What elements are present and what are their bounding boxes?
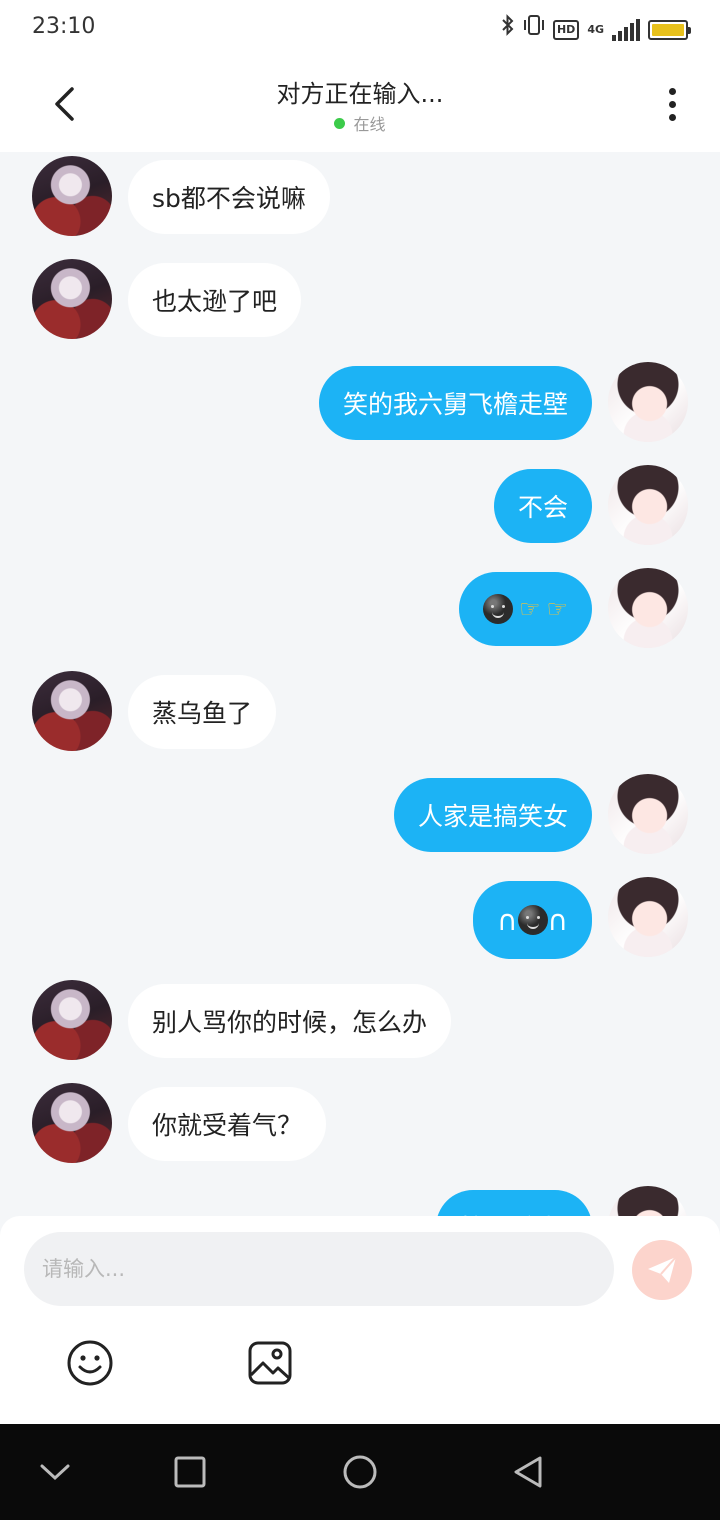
pointing-right-emoji-icon: ☞ [518,595,541,623]
nav-recents-button[interactable] [166,1448,214,1496]
image-button[interactable] [245,1338,295,1388]
nav-home-button[interactable] [336,1448,384,1496]
square-icon [174,1456,206,1488]
avatar[interactable] [32,980,112,1060]
online-status: 在线 [160,111,560,135]
nav-back-button[interactable] [504,1448,552,1496]
avatar[interactable] [608,568,688,648]
message-bubble[interactable]: 蒸乌鱼了 [128,675,277,749]
battery-icon [648,19,691,40]
system-nav-bar [0,1424,720,1520]
chat-header: 对方正在输入... 在线 [0,56,720,152]
more-options-button[interactable] [652,80,692,128]
send-icon [648,1256,677,1283]
message-bubble[interactable]: 人家是搞笑女 [393,778,592,852]
triangle-back-icon [514,1456,542,1488]
chevron-left-icon [55,87,74,121]
message-list[interactable]: sb都不会说嘛 也太逊了吧 笑的我六舅飞檐走壁 不会 ☞ ☞ 蒸乌鱼了 人家是搞… [0,152,720,1216]
status-time: 23:10 [32,14,96,39]
smiley-icon [67,1340,113,1386]
status-bar: 23:10 HD 4G [0,0,720,56]
page-title: 对方正在输入... [276,80,444,108]
message-bubble[interactable]: 笑的我六舅飞檐走壁 [318,366,592,440]
dark-smile-emoji-icon [482,594,513,624]
avatar[interactable] [608,877,688,957]
emoji-message-bubble[interactable]: ☞ ☞ [458,572,592,646]
online-status-label: 在线 [353,115,386,134]
avatar[interactable] [608,465,688,545]
pointing-left-emoji-icon: ☞ [546,595,568,623]
avatar[interactable] [32,156,112,236]
hd-icon: HD [552,19,580,40]
nav-collapse-button[interactable] [31,1448,79,1496]
avatar[interactable] [32,671,112,751]
avatar[interactable] [608,774,688,854]
message-bubble[interactable]: sb都不会说嘛 [128,160,330,234]
vibrate-icon [523,14,545,45]
status-icons: HD 4G [501,14,691,45]
dark-smile-emoji-icon [517,905,548,935]
avatar[interactable] [32,1083,112,1163]
more-dots-icon [668,87,676,95]
circle-icon [343,1455,377,1489]
composer [0,1216,720,1424]
send-button[interactable] [632,1240,692,1300]
back-button[interactable] [40,80,88,128]
emoji-button[interactable] [65,1338,115,1388]
hands-up-left-icon: ∩ [497,903,518,937]
message-bubble[interactable]: 拉黑 举报 [436,1190,592,1216]
message-input[interactable] [24,1232,614,1306]
chevron-down-icon [40,1464,70,1481]
header-title-block: 对方正在输入... 在线 [160,74,560,135]
hands-up-right-icon: ∩ [547,903,569,937]
message-bubble[interactable]: 也太逊了吧 [128,263,302,337]
bluetooth-icon [501,14,515,45]
avatar[interactable] [32,259,112,339]
avatar[interactable] [608,362,688,442]
4g-icon: 4G [587,22,604,36]
signal-icon [612,18,640,41]
message-bubble[interactable]: 你就受着气？ [128,1087,327,1161]
message-bubble[interactable]: 不会 [493,469,592,543]
emoji-message-bubble[interactable]: ∩ ∩ [473,881,592,959]
image-icon [248,1341,292,1385]
avatar[interactable] [608,1186,688,1216]
message-bubble[interactable]: 别人骂你的时候，怎么办 [128,984,452,1058]
online-dot-icon [334,117,346,129]
